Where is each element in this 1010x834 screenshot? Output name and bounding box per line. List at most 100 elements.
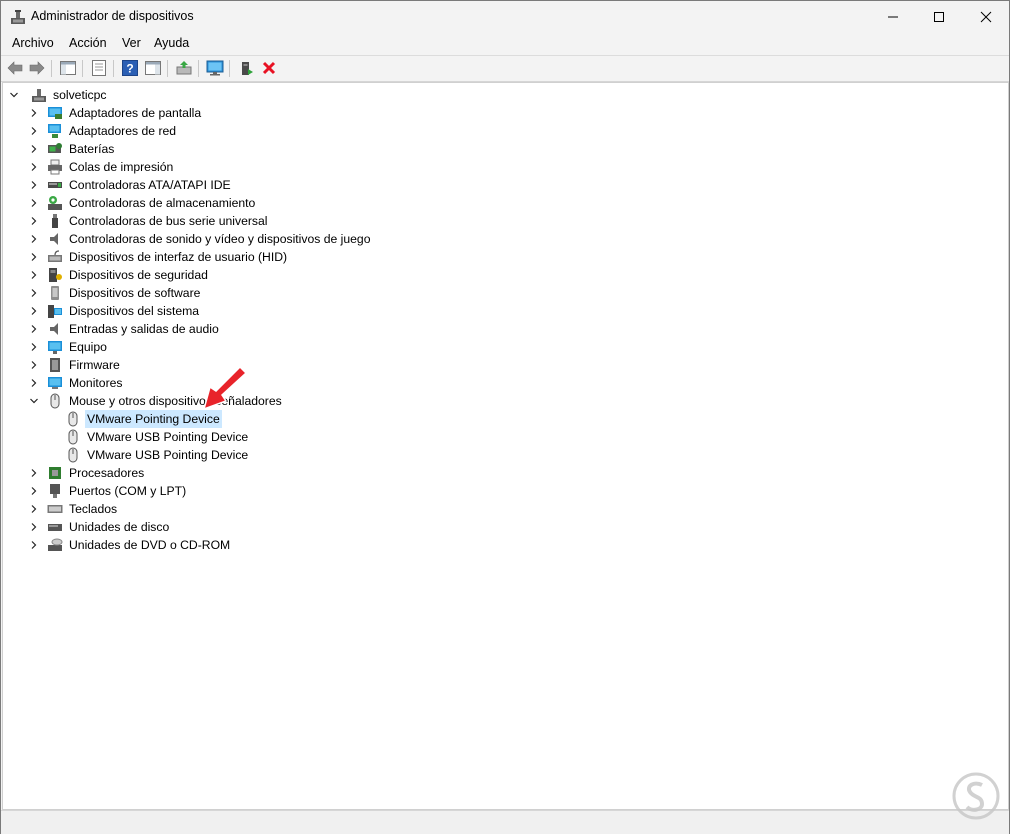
chevron-right-icon[interactable] [27,356,41,374]
tree-category[interactable]: Equipo [27,338,109,356]
toolbar-separator [51,60,52,77]
tree-device[interactable]: VMware USB Pointing Device [63,428,250,446]
tree-root-label: solveticpc [53,88,107,102]
tree-category[interactable]: Controladoras de sonido y vídeo y dispos… [27,230,373,248]
tree-device[interactable]: VMware USB Pointing Device [63,446,250,464]
chevron-right-icon[interactable] [27,338,41,356]
device-manager-window: Administrador de dispositivos Archivo Ac… [0,0,1010,834]
tree-category[interactable]: Controladoras de bus serie universal [27,212,270,230]
chevron-right-icon[interactable] [27,266,41,284]
chevron-right-icon[interactable] [27,518,41,536]
tree-category[interactable]: Dispositivos de interfaz de usuario (HID… [27,248,289,266]
tree-category-label: Controladoras ATA/ATAPI IDE [69,178,231,192]
chevron-right-icon[interactable] [27,212,41,230]
computer-monitor-icon [47,339,63,355]
minimize-button[interactable] [870,1,916,32]
port-icon [47,483,63,499]
toolbar-separator [167,60,168,77]
tree-category-label: Dispositivos de seguridad [69,268,208,282]
disk-drive-icon [47,519,63,535]
chevron-right-icon[interactable] [27,230,41,248]
tree-category[interactable]: Procesadores [27,464,146,482]
printer-icon [47,159,63,175]
chevron-right-icon[interactable] [27,122,41,140]
chevron-down-icon[interactable] [7,86,21,104]
tree-category[interactable]: Colas de impresión [27,158,175,176]
security-device-icon [47,267,63,283]
tree-category[interactable]: Teclados [27,500,119,518]
device-tree[interactable]: solveticpc Adaptadores de pantalla Adapt… [2,82,1009,810]
tree-category[interactable]: Adaptadores de pantalla [27,104,203,122]
tree-category[interactable]: Dispositivos de software [27,284,202,302]
tree-category[interactable]: Dispositivos de seguridad [27,266,210,284]
network-adapter-icon [47,123,63,139]
chevron-right-icon[interactable] [27,320,41,338]
update-driver-icon [176,61,192,75]
maximize-button[interactable] [916,1,962,32]
scan-hardware-button[interactable] [206,59,224,77]
action-pane-button[interactable] [144,59,162,77]
chevron-right-icon[interactable] [27,248,41,266]
menu-ayuda[interactable]: Ayuda [151,36,192,50]
tree-category-label: Teclados [69,502,118,516]
tree-category-label: Monitores [69,376,123,390]
tree-category[interactable]: Monitores [27,374,125,392]
show-hide-console-tree-icon [60,61,76,75]
tree-device-label: VMware USB Pointing Device [87,430,249,444]
tree-category[interactable]: Puertos (COM y LPT) [27,482,188,500]
annotation-arrow-icon [202,365,248,411]
tree-category[interactable]: Unidades de disco [27,518,171,536]
firmware-chip-icon [47,357,63,373]
chevron-right-icon[interactable] [27,536,41,554]
back-button[interactable] [6,59,24,77]
tree-category-label: Baterías [69,142,115,156]
menu-accion[interactable]: Acción [66,36,110,50]
tree-category[interactable]: Dispositivos del sistema [27,302,201,320]
update-driver-button[interactable] [175,59,193,77]
chevron-right-icon[interactable] [27,464,41,482]
tree-category[interactable]: Controladoras de almacenamiento [27,194,257,212]
uninstall-device-button[interactable] [260,59,278,77]
properties-button[interactable] [90,59,108,77]
chevron-right-icon[interactable] [27,158,41,176]
menu-archivo[interactable]: Archivo [9,36,57,50]
tree-category-label: Colas de impresión [69,160,174,174]
chevron-right-icon[interactable] [27,176,41,194]
device-manager-icon [10,9,26,25]
chevron-down-icon[interactable] [27,392,41,410]
tree-category[interactable]: Adaptadores de red [27,122,178,140]
tree-category[interactable]: Unidades de DVD o CD-ROM [27,536,232,554]
chevron-right-icon[interactable] [27,284,41,302]
battery-icon [47,141,63,157]
action-pane-icon [145,61,161,75]
chevron-right-icon[interactable] [27,302,41,320]
toolbar-separator [113,60,114,77]
forward-icon [29,61,45,75]
tree-category[interactable]: Controladoras ATA/ATAPI IDE [27,176,233,194]
console-tree-button[interactable] [59,59,77,77]
help-button[interactable]: ? [121,59,139,77]
tree-category[interactable]: Entradas y salidas de audio [27,320,221,338]
chevron-right-icon[interactable] [27,140,41,158]
tree-category[interactable]: Baterías [27,140,116,158]
forward-button[interactable] [28,59,46,77]
tree-root[interactable]: solveticpc [7,86,109,104]
svg-text:?: ? [126,62,133,76]
chevron-right-icon[interactable] [27,374,41,392]
tree-category[interactable]: Firmware [27,356,122,374]
tree-category-label: Dispositivos de software [69,286,201,300]
chevron-right-icon[interactable] [27,500,41,518]
chevron-right-icon[interactable] [27,104,41,122]
toolbar-separator [229,60,230,77]
chevron-right-icon[interactable] [27,482,41,500]
toolbar-separator [198,60,199,77]
hid-keyboard-icon [47,249,63,265]
tree-category-label: Firmware [69,358,120,372]
chevron-right-icon[interactable] [27,194,41,212]
uninstall-device-icon [262,61,276,75]
tree-device-label: VMware USB Pointing Device [87,448,249,462]
title-bar[interactable]: Administrador de dispositivos [1,1,1009,32]
close-button[interactable] [963,1,1009,32]
enable-device-button[interactable] [237,59,255,77]
menu-ver[interactable]: Ver [119,36,144,50]
